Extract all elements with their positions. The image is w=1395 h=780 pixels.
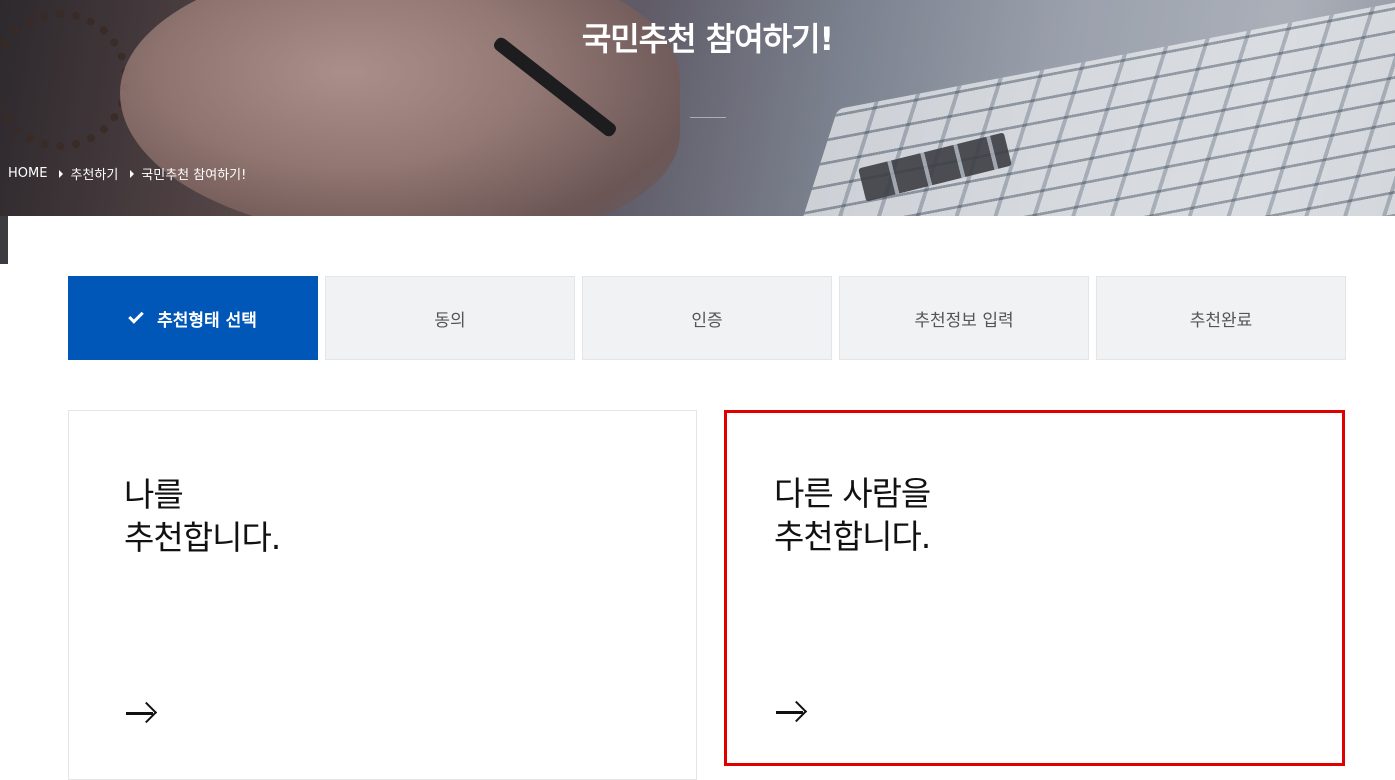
recommend-other-card[interactable]: 다른 사람을 추천합니다. [724, 410, 1345, 766]
step-verification: 인증 [582, 276, 832, 360]
card-title-line: 추천합니다. [124, 518, 281, 557]
step-select-type: 추천형태 선택 [68, 276, 318, 360]
arrow-right-icon[interactable] [776, 700, 808, 724]
card-title-line: 추천합니다. [774, 517, 931, 556]
step-label: 인증 [691, 310, 723, 331]
step-progress: 추천형태 선택 동의 인증 추천정보 입력 추천완료 [68, 276, 1346, 360]
breadcrumb-home[interactable]: HOME [8, 166, 47, 181]
hero-banner: 국민추천 참여하기! HOME 추천하기 국민추천 참여하기! [0, 0, 1395, 216]
breadcrumb-recommend[interactable]: 추천하기 [70, 164, 118, 183]
step-label: 동의 [434, 310, 466, 331]
page-title: 국민추천 참여하기! [581, 20, 834, 58]
card-title-line: 다른 사람을 [774, 474, 931, 513]
step-enter-info: 추천정보 입력 [839, 276, 1089, 360]
arrow-right-icon[interactable] [126, 701, 158, 725]
breadcrumb-separator-icon [59, 169, 64, 178]
step-label: 추천완료 [1189, 310, 1253, 331]
hero-edge [0, 216, 8, 264]
card-title-line: 나를 [124, 475, 184, 514]
step-agreement: 동의 [325, 276, 575, 360]
breadcrumb-separator-icon [130, 169, 135, 178]
step-complete: 추천완료 [1096, 276, 1346, 360]
step-label: 추천형태 선택 [157, 310, 257, 331]
card-title: 다른 사람을 추천합니다. [774, 472, 931, 558]
breadcrumb: HOME 추천하기 국민추천 참여하기! [8, 164, 246, 183]
check-icon [128, 308, 144, 324]
card-title: 나를 추천합니다. [124, 473, 281, 559]
title-divider [690, 117, 726, 118]
recommend-self-card[interactable]: 나를 추천합니다. [68, 410, 697, 780]
breadcrumb-current: 국민추천 참여하기! [141, 168, 247, 183]
step-label: 추천정보 입력 [914, 310, 1014, 331]
